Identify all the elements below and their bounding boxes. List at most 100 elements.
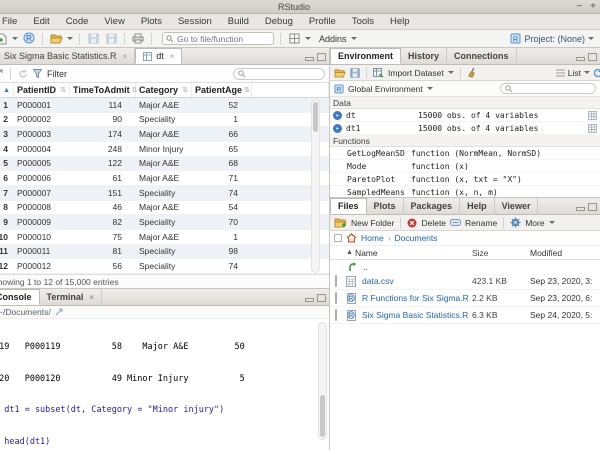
table-row[interactable]: 12P00001256Speciality74 [0, 259, 329, 274]
table-row[interactable]: 8P00000846Major A&E54 [0, 201, 329, 216]
tab-data-dt[interactable]: dt × [135, 48, 182, 64]
project-selector[interactable]: Project: (None) [524, 34, 585, 44]
file-checkbox[interactable] [335, 275, 337, 287]
file-row-r-functions[interactable]: R R Functions for Six Sigma.R 2.2 KB Sep… [330, 290, 600, 307]
col-timetoadmit[interactable]: TimeToAdmit⇅ [70, 83, 136, 97]
table-row[interactable]: 11P00001181Speciality98 [0, 245, 329, 260]
expand-icon[interactable]: ▸ [333, 124, 342, 133]
list-view-selector[interactable]: List [568, 68, 581, 78]
refresh-icon[interactable] [593, 68, 600, 78]
parent-directory-row[interactable]: .. [330, 260, 600, 273]
tab-plots[interactable]: Plots [367, 198, 404, 214]
minimize-pane-icon[interactable] [305, 57, 314, 61]
close-icon[interactable]: × [123, 52, 128, 61]
env-item-sampledmeans[interactable]: SampledMeans function (x, n, m) [330, 186, 600, 197]
popout-icon[interactable] [0, 69, 3, 79]
menu-file[interactable]: File [0, 14, 25, 29]
maximize-pane-icon[interactable] [588, 53, 597, 61]
minimize-pane-icon[interactable] [305, 298, 314, 302]
save-all-icon[interactable] [104, 32, 118, 45]
new-file-caret-icon[interactable] [12, 37, 18, 40]
close-icon[interactable]: × [89, 293, 94, 302]
maximize-pane-icon[interactable] [588, 203, 597, 211]
file-row-six-sigma[interactable]: R Six Sigma Basic Statistics.R 6.3 KB Se… [330, 307, 600, 324]
file-checkbox[interactable] [335, 309, 337, 321]
scrollbar-thumb[interactable] [313, 102, 318, 132]
tab-help[interactable]: Help [460, 198, 495, 214]
table-scrollbar[interactable] [311, 99, 320, 273]
panes-grid-icon[interactable] [287, 32, 301, 45]
rownum-header[interactable]: ▲ [0, 83, 14, 97]
new-folder-icon[interactable] [334, 217, 347, 228]
table-row[interactable]: 2P00000290Speciality1 [0, 113, 329, 128]
tab-console[interactable]: Console [0, 289, 40, 305]
table-row[interactable]: 4P000004248Minor Injury65 [0, 142, 329, 157]
table-row[interactable]: 7P000007151Speciality74 [0, 186, 329, 201]
table-row[interactable]: 3P000003174Major A&E66 [0, 127, 329, 142]
open-recent-caret-icon[interactable] [67, 37, 73, 40]
scrollbar-thumb[interactable] [320, 395, 325, 437]
env-item-paretoplot[interactable]: ParetoPlot function (x, txt = "X") [330, 173, 600, 186]
goto-file-input[interactable] [177, 34, 267, 44]
print-icon[interactable] [131, 32, 145, 45]
view-table-icon[interactable] [588, 124, 597, 133]
files-col-size[interactable]: Size [472, 248, 530, 258]
new-project-icon[interactable]: R [22, 32, 36, 45]
rename-button[interactable]: Rename [465, 218, 497, 228]
table-row[interactable]: 5P000005122Major A&E68 [0, 157, 329, 172]
breadcrumb-documents[interactable]: Documents [395, 233, 438, 243]
project-caret-icon[interactable] [588, 37, 594, 40]
maximize-button[interactable]: + [590, 1, 596, 12]
tab-script[interactable]: Six Sigma Basic Statistics.R × [0, 48, 135, 64]
menu-debug[interactable]: Debug [257, 14, 301, 29]
view-table-icon[interactable] [588, 111, 597, 120]
list-caret-icon[interactable] [584, 71, 590, 74]
menu-profile[interactable]: Profile [301, 14, 344, 29]
files-col-name[interactable]: Name [355, 248, 378, 258]
tab-packages[interactable]: Packages [404, 198, 461, 214]
import-dataset-caret-icon[interactable] [448, 71, 454, 74]
menu-build[interactable]: Build [220, 14, 257, 29]
table-search-input[interactable] [249, 69, 319, 78]
more-button[interactable]: More [525, 218, 544, 228]
filter-button[interactable]: Filter [47, 69, 67, 79]
tab-connections[interactable]: Connections [447, 48, 517, 64]
env-item-mode[interactable]: Mode function (x) [330, 160, 600, 173]
minimize-pane-icon[interactable] [576, 57, 585, 61]
environment-search-box[interactable] [500, 83, 596, 94]
scope-selector[interactable]: Global Environment [348, 84, 423, 94]
maximize-pane-icon[interactable] [317, 294, 326, 302]
console-output[interactable]: 119 P000119 58 Major A&E 50 120 P000120 … [0, 319, 329, 442]
panes-caret-icon[interactable] [305, 37, 311, 40]
files-col-modified[interactable]: Modified [530, 248, 600, 258]
console-scrollbar[interactable] [318, 322, 327, 440]
goto-directory-icon[interactable] [55, 308, 63, 316]
new-folder-button[interactable]: New Folder [351, 218, 394, 228]
tab-files[interactable]: Files [330, 198, 367, 214]
table-row[interactable]: 1P000001114Major A&E52 [0, 98, 329, 113]
open-workspace-icon[interactable] [334, 68, 346, 78]
menu-session[interactable]: Session [170, 14, 220, 29]
file-checkbox[interactable] [335, 292, 337, 304]
env-item-dt[interactable]: ▸ dt 15000 obs. of 4 variables [330, 109, 600, 122]
scope-caret-icon[interactable] [427, 87, 433, 90]
menu-view[interactable]: View [96, 14, 132, 29]
menu-plots[interactable]: Plots [133, 14, 170, 29]
table-row[interactable]: 9P00000982Speciality70 [0, 215, 329, 230]
new-file-icon[interactable] [0, 32, 8, 45]
table-row[interactable]: 10P00001075Major A&E1 [0, 230, 329, 245]
home-icon[interactable] [346, 233, 357, 243]
addins-label[interactable]: Addins [319, 34, 347, 44]
menu-help[interactable]: Help [382, 14, 418, 29]
col-patientage[interactable]: PatientAge⇅ [192, 83, 252, 97]
env-item-getlogmeansd[interactable]: GetLogMeanSD function (NormMean, NormSD) [330, 147, 600, 160]
addins-caret-icon[interactable] [351, 37, 357, 40]
breadcrumb-home[interactable]: Home [361, 233, 384, 243]
col-category[interactable]: Category⇅ [136, 83, 192, 97]
rename-icon[interactable] [450, 218, 461, 227]
close-icon[interactable]: × [170, 52, 175, 61]
tab-environment[interactable]: Environment [330, 48, 401, 64]
tab-history[interactable]: History [401, 48, 447, 64]
environment-search-input[interactable] [516, 84, 591, 93]
save-icon[interactable] [86, 32, 100, 45]
